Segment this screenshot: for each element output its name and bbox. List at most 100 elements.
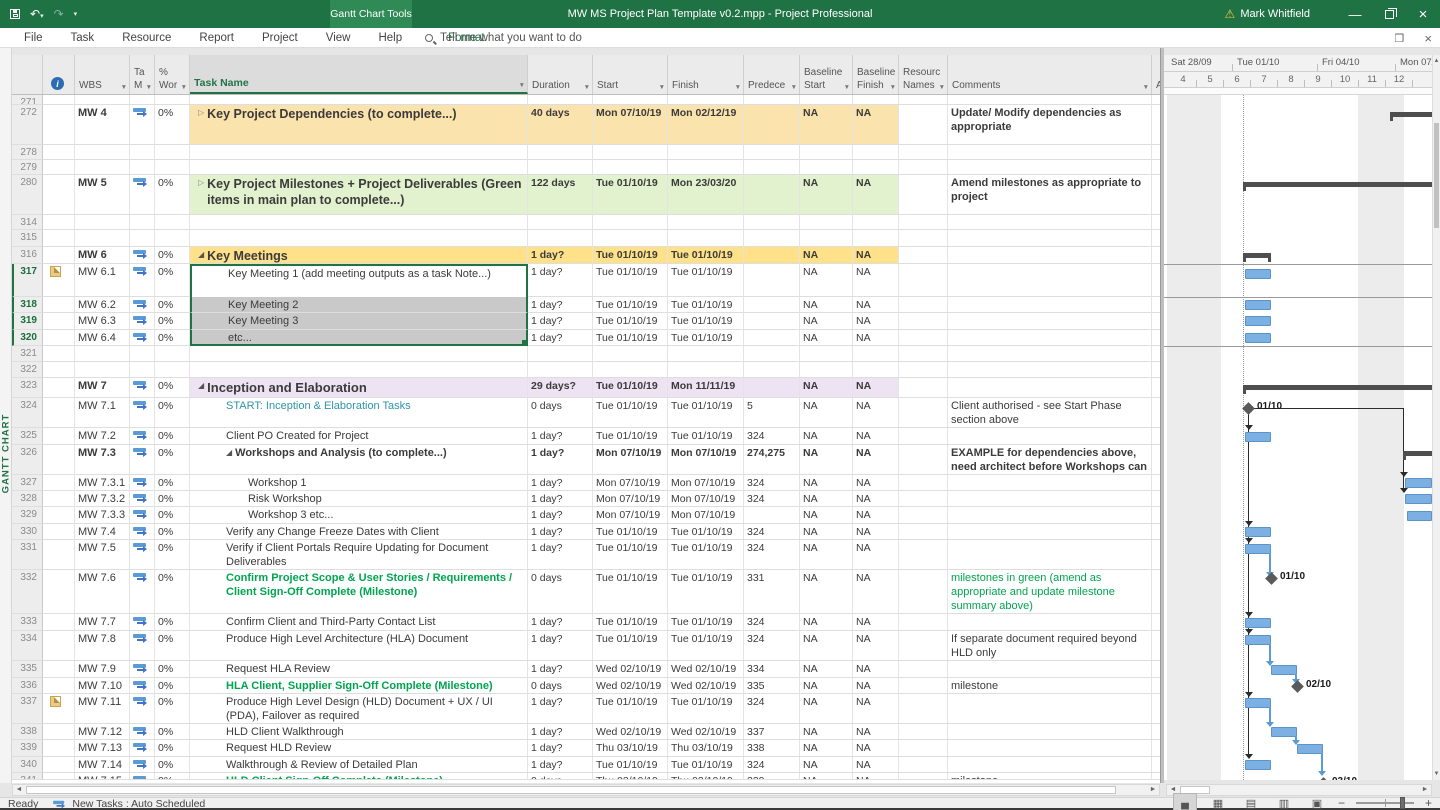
task-bar[interactable]	[1245, 269, 1271, 279]
scroll-up-icon[interactable]: ▲	[1433, 55, 1440, 67]
cell-pct-work[interactable]: 0%	[155, 297, 190, 313]
cell-task-name[interactable]	[190, 230, 528, 247]
cell-task-mode[interactable]	[130, 398, 155, 428]
cell-start[interactable]: Mon 07/10/19	[593, 445, 668, 475]
cell-baseline-start[interactable]: NA	[800, 175, 853, 215]
cell-finish[interactable]: Wed 02/10/19	[668, 678, 744, 694]
info-cell[interactable]	[43, 398, 75, 428]
expand-triangle-icon[interactable]: ▷	[198, 176, 204, 190]
cell-baseline-start[interactable]: NA	[800, 105, 853, 145]
cell-task-mode[interactable]	[130, 757, 155, 773]
cell-duration[interactable]: 1 day?	[528, 428, 593, 445]
cell-baseline-start[interactable]	[800, 95, 853, 105]
cell-predecessors[interactable]	[744, 264, 800, 297]
cell-duration[interactable]	[528, 95, 593, 105]
filter-icon[interactable]: ▼	[121, 84, 127, 91]
cell-baseline-finish[interactable]: NA	[853, 428, 899, 445]
cell-comments[interactable]	[948, 491, 1152, 507]
cell-start[interactable]: Tue 01/10/19	[593, 614, 668, 631]
cell-resource-names[interactable]	[899, 398, 948, 428]
header-predecessors[interactable]: Predece▼	[744, 55, 800, 94]
cell-wbs[interactable]: MW 6.3	[75, 313, 130, 330]
cell-start[interactable]: Tue 01/10/19	[593, 631, 668, 661]
cell-task-name[interactable]	[190, 95, 528, 105]
cell-baseline-finish[interactable]: NA	[853, 740, 899, 757]
ribbon-tab-file[interactable]: File	[10, 32, 57, 44]
cell-predecessors[interactable]: 324	[744, 540, 800, 570]
cell-finish[interactable]: Tue 01/10/19	[668, 264, 744, 297]
milestone-diamond[interactable]	[1242, 402, 1255, 415]
row-number[interactable]: 325	[12, 428, 43, 445]
cell-task-mode[interactable]	[130, 428, 155, 445]
cell-duration[interactable]: 1 day?	[528, 724, 593, 740]
task-bar[interactable]	[1245, 527, 1271, 537]
cell-baseline-finish[interactable]: NA	[853, 475, 899, 491]
cell-baseline-start[interactable]: NA	[800, 297, 853, 313]
row-number[interactable]: 280	[12, 175, 43, 215]
summary-bar[interactable]	[1243, 253, 1271, 258]
info-cell[interactable]	[43, 724, 75, 740]
cell-predecessors[interactable]: 324	[744, 694, 800, 724]
info-cell[interactable]	[43, 160, 75, 175]
cell-predecessors[interactable]: 324	[744, 524, 800, 540]
cell-predecessors[interactable]: 324	[744, 614, 800, 631]
cell-baseline-finish[interactable]: NA	[853, 297, 899, 313]
cell-baseline-finish[interactable]: NA	[853, 507, 899, 524]
row-number[interactable]: 271	[12, 95, 43, 105]
cell-comments[interactable]	[948, 507, 1152, 524]
cell-baseline-start[interactable]: NA	[800, 740, 853, 757]
row-number[interactable]: 319	[12, 313, 43, 330]
info-cell[interactable]	[43, 247, 75, 264]
cell-pct-work[interactable]: 0%	[155, 491, 190, 507]
cell-pct-work[interactable]: 0%	[155, 445, 190, 475]
cell-baseline-start[interactable]: NA	[800, 570, 853, 614]
cell-start[interactable]: Tue 01/10/19	[593, 540, 668, 570]
cell-baseline-finish[interactable]	[853, 95, 899, 105]
cell-task-mode[interactable]	[130, 230, 155, 247]
cell-finish[interactable]: Tue 01/10/19	[668, 694, 744, 724]
cell-baseline-start[interactable]: NA	[800, 661, 853, 678]
customize-qat-button[interactable]: ▾	[74, 10, 78, 18]
cell-comments[interactable]	[948, 540, 1152, 570]
cell-finish[interactable]	[668, 160, 744, 175]
header-duration[interactable]: Duration▼	[528, 55, 593, 94]
cell-finish[interactable]: Tue 01/10/19	[668, 313, 744, 330]
cell-task-mode[interactable]	[130, 297, 155, 313]
cell-finish[interactable]: Tue 01/10/19	[668, 757, 744, 773]
info-cell[interactable]	[43, 694, 75, 724]
cell-predecessors[interactable]: 337	[744, 724, 800, 740]
cell-comments[interactable]	[948, 145, 1152, 160]
task-bar[interactable]	[1245, 698, 1271, 708]
row-number[interactable]: 317	[12, 264, 43, 297]
task-bar[interactable]	[1245, 544, 1271, 554]
view-gantt-chart-button[interactable]: ▄	[1173, 793, 1197, 810]
cell-resource-names[interactable]	[899, 614, 948, 631]
cell-comments[interactable]	[948, 724, 1152, 740]
row-number[interactable]: 340	[12, 757, 43, 773]
info-cell[interactable]	[43, 313, 75, 330]
cell-pct-work[interactable]: 0%	[155, 247, 190, 264]
task-bar[interactable]	[1297, 744, 1323, 754]
cell-start[interactable]: Tue 01/10/19	[593, 694, 668, 724]
cell-task-mode[interactable]	[130, 445, 155, 475]
row-number[interactable]: 315	[12, 230, 43, 247]
cell-finish[interactable]: Mon 07/10/19	[668, 445, 744, 475]
cell-task-name[interactable]: Request HLD Review	[190, 740, 528, 757]
info-cell[interactable]	[43, 230, 75, 247]
row-number[interactable]: 339	[12, 740, 43, 757]
cell-pct-work[interactable]	[155, 145, 190, 160]
row-number[interactable]: 318	[12, 297, 43, 313]
cell-task-mode[interactable]	[130, 175, 155, 215]
cell-resource-names[interactable]	[899, 362, 948, 378]
cell-pct-work[interactable]: 0%	[155, 475, 190, 491]
cell-start[interactable]: Mon 07/10/19	[593, 507, 668, 524]
cell-finish[interactable]: Thu 03/10/19	[668, 773, 744, 780]
cell-task-name[interactable]: HLA Client, Supplier Sign-Off Complete (…	[190, 678, 528, 694]
cell-predecessors[interactable]: 324	[744, 491, 800, 507]
cell-comments[interactable]: milestones in green (amend as appropriat…	[948, 570, 1152, 614]
info-cell[interactable]	[43, 507, 75, 524]
ribbon-tab-help[interactable]: Help	[364, 32, 416, 44]
row-number[interactable]: 326	[12, 445, 43, 475]
cell-start[interactable]: Tue 01/10/19	[593, 757, 668, 773]
cell-task-name[interactable]: ◢Inception and Elaboration	[190, 378, 528, 398]
